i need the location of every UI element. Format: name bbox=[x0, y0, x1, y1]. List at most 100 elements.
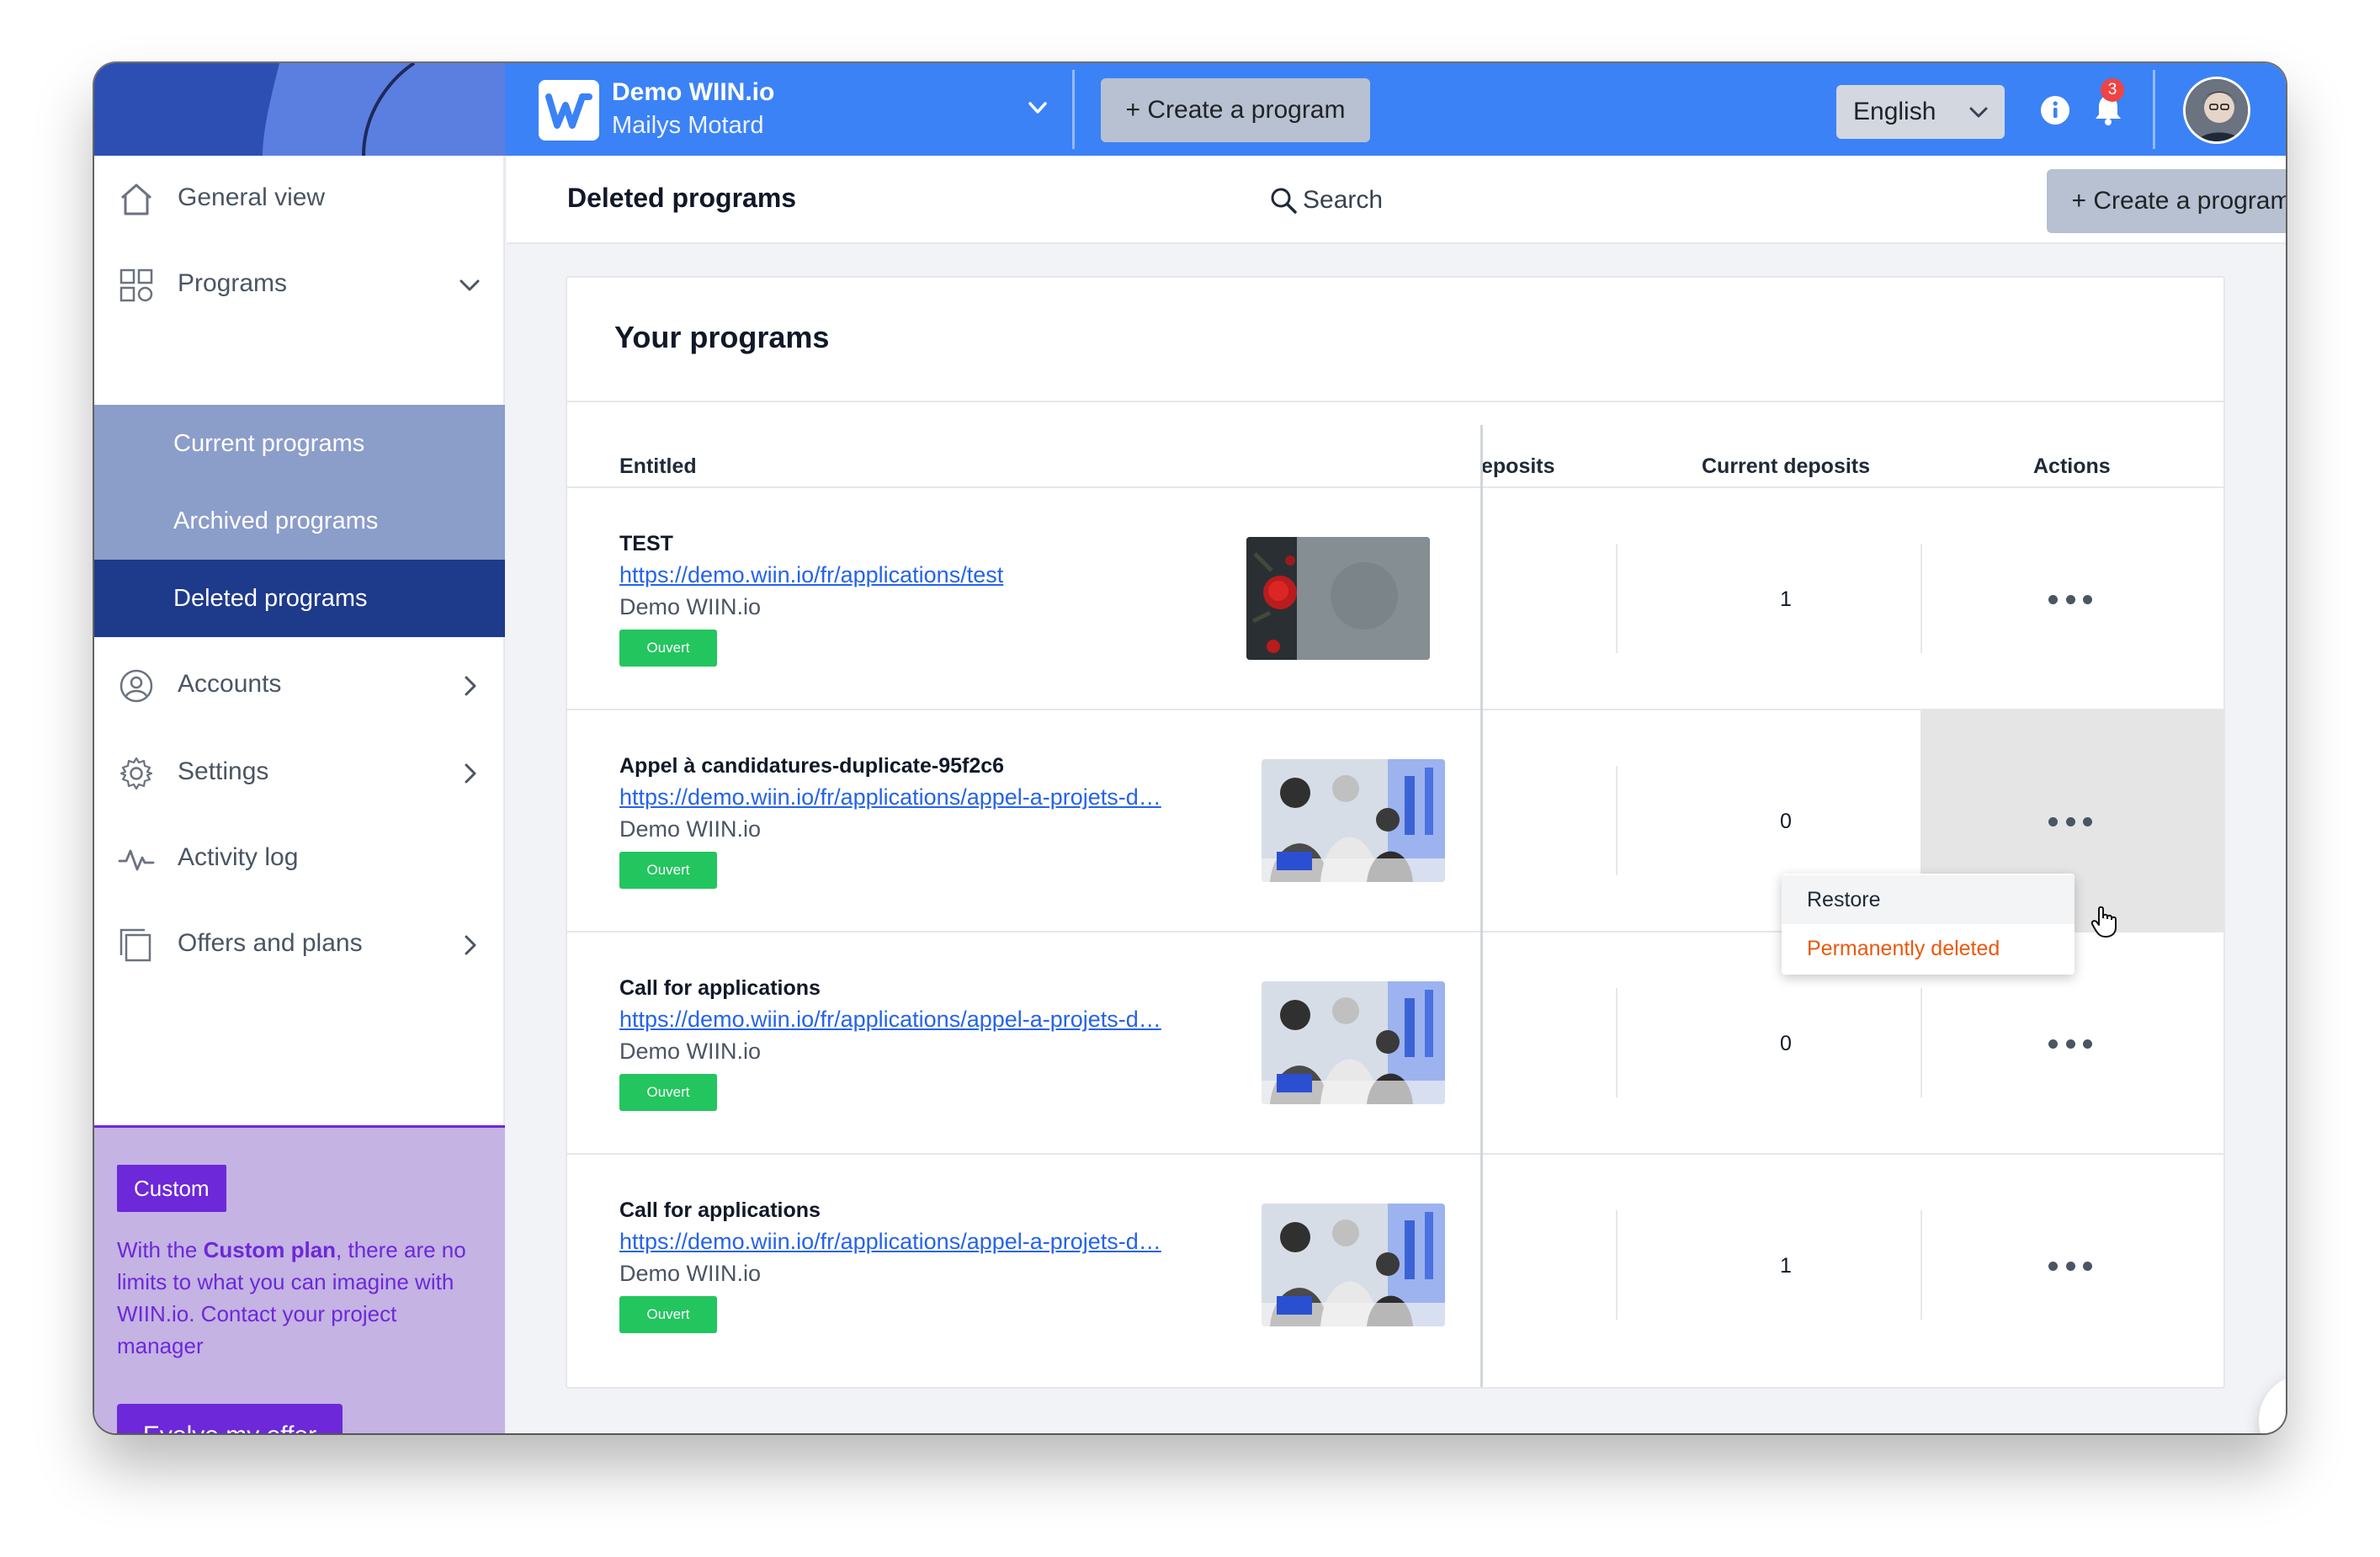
grid-icon bbox=[120, 268, 153, 302]
top-bar: Demo WIIN.io Mailys Motard + Create a pr… bbox=[94, 63, 2286, 156]
gear-icon bbox=[120, 757, 153, 790]
column-header-entitled[interactable]: Entitled bbox=[619, 454, 697, 479]
more-actions-icon[interactable] bbox=[2048, 809, 2092, 834]
sidebar-item-deleted-programs[interactable]: Deleted programs bbox=[94, 560, 505, 637]
victory-hand-icon[interactable]: ✌️ bbox=[2259, 1374, 2286, 1433]
program-link[interactable]: https://demo.wiin.io/fr/applications/tes… bbox=[619, 562, 1003, 588]
info-icon[interactable] bbox=[2040, 95, 2070, 125]
create-program-button[interactable]: + Create a program bbox=[2047, 169, 2286, 233]
program-title: Appel à candidatures-duplicate-95f2c6 bbox=[619, 754, 1005, 778]
sidebar-item-settings[interactable]: Settings bbox=[94, 730, 505, 814]
hand-cursor-icon bbox=[2090, 906, 2117, 938]
current-deposits-value: 1 bbox=[1780, 1254, 1792, 1278]
sidebar-item-label: Offers and plans bbox=[178, 929, 363, 957]
plan-promo: Custom With the Custom plan, there are n… bbox=[94, 1125, 505, 1433]
sidebar-item-accounts[interactable]: Accounts bbox=[94, 642, 505, 726]
column-freeze-divider bbox=[1480, 425, 1483, 1387]
sidebar-item-label: Activity log bbox=[178, 843, 299, 871]
row-actions-menu: Restore Permanently deleted bbox=[1782, 874, 2075, 975]
sidebar-item-label: Programs bbox=[178, 269, 288, 297]
sidebar-item-archived-programs[interactable]: Archived programs bbox=[94, 482, 505, 560]
current-deposits-value: 1 bbox=[1780, 587, 1792, 611]
chevron-right-icon bbox=[465, 676, 476, 696]
program-title: Call for applications bbox=[619, 1198, 821, 1222]
program-organization: Demo WIIN.io bbox=[619, 1039, 762, 1064]
current-deposits-value: 0 bbox=[1780, 810, 1792, 833]
program-link[interactable]: https://demo.wiin.io/fr/applications/app… bbox=[619, 784, 1161, 810]
org-name[interactable]: Demo WIIN.io bbox=[612, 78, 774, 107]
home-icon bbox=[121, 183, 151, 215]
divider bbox=[1616, 544, 1618, 653]
status-badge: Ouvert bbox=[619, 1296, 717, 1333]
program-organization: Demo WIIN.io bbox=[619, 816, 762, 842]
copy-icon bbox=[120, 928, 151, 962]
divider bbox=[567, 401, 2223, 402]
more-actions-icon[interactable] bbox=[2048, 1031, 2092, 1056]
status-badge: Ouvert bbox=[619, 852, 717, 889]
card-title: Your programs bbox=[614, 320, 830, 354]
sidebar-item-programs[interactable]: Programs bbox=[94, 242, 505, 326]
program-title: Call for applications bbox=[619, 976, 821, 1000]
status-badge: Ouvert bbox=[619, 1074, 717, 1111]
chevron-down-icon bbox=[1969, 107, 1988, 118]
more-actions-icon[interactable] bbox=[2048, 587, 2092, 612]
program-link[interactable]: https://demo.wiin.io/fr/applications/app… bbox=[619, 1007, 1161, 1033]
sidebar-item-label: General view bbox=[178, 183, 326, 211]
evolve-offer-button[interactable]: Evolve my offer bbox=[117, 1404, 343, 1433]
sidebar-item-offers-and-plans[interactable]: Offers and plans bbox=[94, 901, 505, 986]
org-logo[interactable] bbox=[539, 80, 599, 141]
page-title: Deleted programs bbox=[567, 183, 797, 213]
program-link[interactable]: https://demo.wiin.io/fr/applications/app… bbox=[619, 1229, 1161, 1255]
org-user-name[interactable]: Mailys Motard bbox=[612, 112, 764, 140]
user-circle-icon bbox=[120, 669, 153, 703]
program-thumbnail[interactable] bbox=[1262, 981, 1445, 1104]
divider bbox=[1920, 544, 1922, 653]
language-select[interactable]: English bbox=[1836, 85, 2005, 139]
page-header: Deleted programs + Create a program bbox=[507, 156, 2286, 244]
program-thumbnail[interactable] bbox=[1262, 759, 1445, 882]
chevron-right-icon bbox=[465, 935, 476, 955]
status-badge: Ouvert bbox=[619, 630, 717, 667]
plan-badge: Custom bbox=[117, 1165, 226, 1212]
more-actions-icon[interactable] bbox=[2048, 1253, 2092, 1278]
app-window: Demo WIIN.io Mailys Motard + Create a pr… bbox=[94, 63, 2286, 1433]
search-input[interactable] bbox=[1303, 179, 1555, 221]
table-row: TEST https://demo.wiin.io/fr/application… bbox=[567, 488, 2223, 710]
program-organization: Demo WIIN.io bbox=[619, 594, 762, 619]
notification-badge: 3 bbox=[2101, 78, 2124, 102]
search-icon bbox=[1271, 188, 1297, 214]
chevron-right-icon bbox=[465, 763, 476, 784]
divider bbox=[1920, 988, 1922, 1097]
chevron-down-icon[interactable] bbox=[1025, 95, 1050, 120]
plan-description: With the Custom plan, there are no limit… bbox=[117, 1237, 466, 1358]
table-row: Call for applications https://demo.wiin.… bbox=[567, 1155, 2223, 1377]
sidebar-item-general-view[interactable]: General view bbox=[94, 156, 505, 240]
program-thumbnail[interactable] bbox=[1246, 537, 1430, 660]
sidebar-subitem-label: Deleted programs bbox=[173, 584, 368, 612]
sidebar-item-current-programs[interactable]: Current programs bbox=[94, 405, 505, 482]
program-organization: Demo WIIN.io bbox=[619, 1261, 762, 1286]
activity-icon bbox=[118, 849, 155, 871]
divider bbox=[1616, 988, 1618, 1097]
sidebar-subitem-label: Current programs bbox=[173, 429, 365, 457]
column-header-current-deposits[interactable]: Current deposits bbox=[1702, 454, 1870, 479]
programs-card: Your programs Entitled eposits Current d… bbox=[566, 276, 2225, 1389]
chevron-down-icon bbox=[460, 279, 480, 291]
sidebar-item-label: Settings bbox=[178, 757, 269, 785]
language-value: English bbox=[1853, 98, 1936, 125]
sidebar-item-label: Accounts bbox=[178, 670, 282, 698]
create-program-button[interactable]: + Create a program bbox=[1101, 78, 1370, 142]
avatar[interactable] bbox=[2183, 77, 2250, 144]
divider bbox=[1072, 70, 1075, 149]
divider bbox=[1920, 1210, 1922, 1320]
program-title: TEST bbox=[619, 532, 673, 555]
sidebar: General view Programs Current programs A… bbox=[94, 156, 505, 1433]
restore-menu-item[interactable]: Restore bbox=[1782, 875, 2075, 924]
sidebar-item-activity-log[interactable]: Activity log bbox=[94, 816, 505, 900]
brand-area bbox=[94, 63, 505, 156]
permanently-delete-menu-item[interactable]: Permanently deleted bbox=[1782, 924, 2075, 973]
program-thumbnail[interactable] bbox=[1262, 1204, 1445, 1326]
column-header-deposits[interactable]: eposits bbox=[1481, 454, 1555, 479]
divider bbox=[1616, 1210, 1618, 1320]
current-deposits-value: 0 bbox=[1780, 1032, 1792, 1055]
